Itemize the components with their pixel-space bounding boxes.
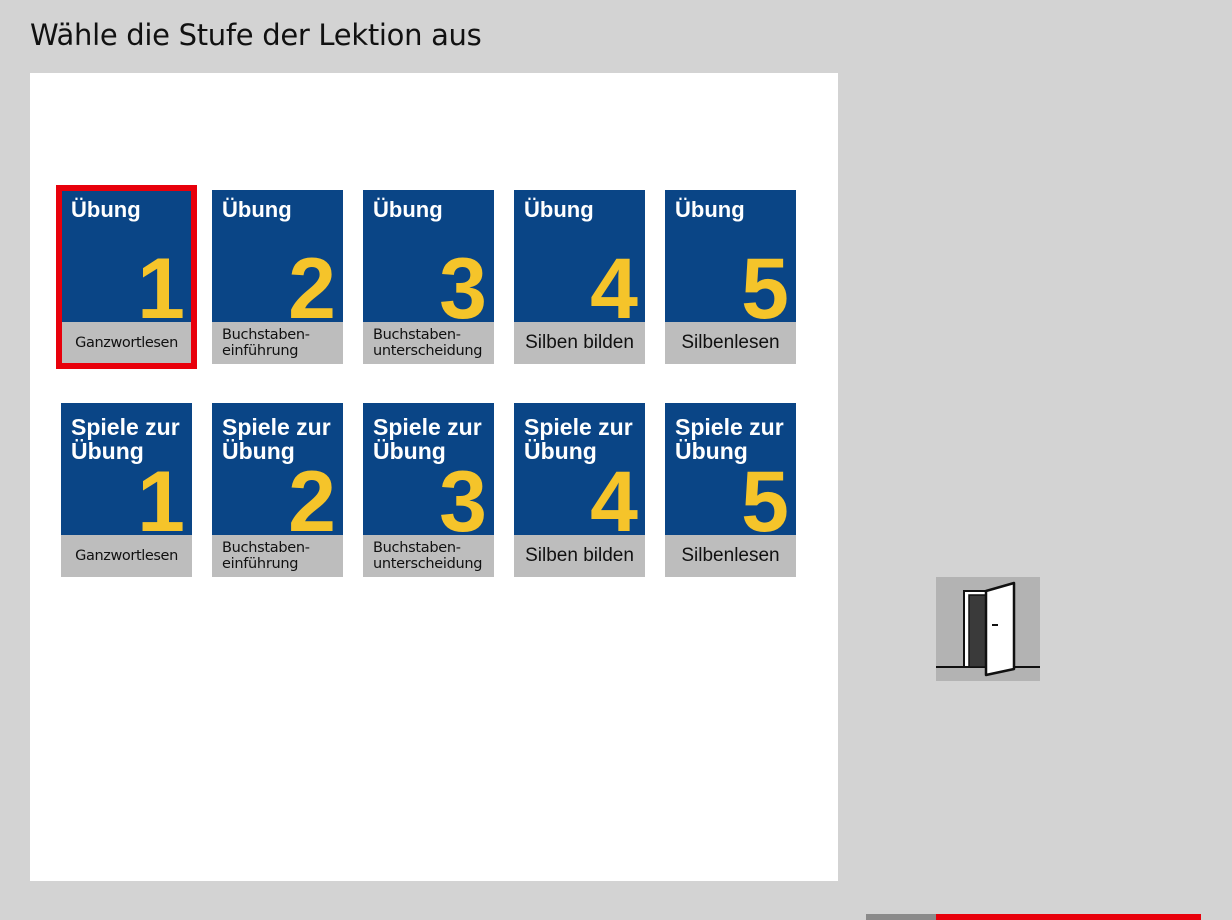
- game-tile-3[interactable]: Spiele zur Übung 3 Buchstaben- untersche…: [363, 403, 494, 577]
- tile-cover: Übung 4: [514, 190, 645, 322]
- tile-number: 4: [590, 454, 638, 535]
- exercise-tile-2[interactable]: Übung 2 Buchstaben- einführung: [212, 190, 343, 364]
- games-row: Spiele zur Übung 1 Ganzwortlesen Spiele …: [61, 403, 796, 577]
- tile-cover: Übung 3: [363, 190, 494, 322]
- tile-heading: Übung: [373, 197, 443, 222]
- tile-number: 4: [590, 241, 638, 322]
- game-tile-1[interactable]: Spiele zur Übung 1 Ganzwortlesen: [61, 403, 192, 577]
- tile-number: 5: [741, 454, 789, 535]
- exercise-tile-3[interactable]: Übung 3 Buchstaben- unterscheidung: [363, 190, 494, 364]
- game-tile-4[interactable]: Spiele zur Übung 4 Silben bilden: [514, 403, 645, 577]
- tile-cover: Übung 1: [61, 190, 192, 322]
- game-tile-2[interactable]: Spiele zur Übung 2 Buchstaben- einführun…: [212, 403, 343, 577]
- tile-cover: Übung 2: [212, 190, 343, 322]
- tile-cover: Spiele zur Übung 1: [61, 403, 192, 535]
- tile-label: Ganzwortlesen: [61, 322, 192, 364]
- tile-number: 3: [439, 454, 487, 535]
- tile-label: Silben bilden: [514, 322, 645, 364]
- tile-label: Silben bilden: [514, 535, 645, 577]
- tile-cover: Spiele zur Übung 4: [514, 403, 645, 535]
- tile-label: Ganzwortlesen: [61, 535, 192, 577]
- progress-bar-track: [866, 914, 936, 920]
- tile-number: 2: [288, 454, 336, 535]
- tile-heading: Übung: [675, 197, 745, 222]
- tile-cover: Spiele zur Übung 3: [363, 403, 494, 535]
- lesson-panel: Übung 1 Ganzwortlesen Übung 2 Buchstaben…: [30, 73, 838, 881]
- tile-label: Silbenlesen: [665, 322, 796, 364]
- exercise-tile-1[interactable]: Übung 1 Ganzwortlesen: [56, 185, 197, 369]
- tile-cover: Spiele zur Übung 5: [665, 403, 796, 535]
- open-door-icon: [936, 581, 1040, 677]
- tile-heading: Übung: [222, 197, 292, 222]
- tile-cover: Spiele zur Übung 2: [212, 403, 343, 535]
- tile-number: 1: [137, 241, 185, 322]
- tile-label: Buchstaben- einführung: [212, 535, 343, 577]
- tile-label: Buchstaben- unterscheidung: [363, 535, 494, 577]
- tile-number: 1: [137, 454, 185, 535]
- tile-number: 3: [439, 241, 487, 322]
- tile-number: 5: [741, 241, 789, 322]
- tile-label: Buchstaben- einführung: [212, 322, 343, 364]
- game-tile-5[interactable]: Spiele zur Übung 5 Silbenlesen: [665, 403, 796, 577]
- tile-label: Silbenlesen: [665, 535, 796, 577]
- tile-heading: Übung: [71, 197, 141, 222]
- exercise-tile-5[interactable]: Übung 5 Silbenlesen: [665, 190, 796, 364]
- tile-number: 2: [288, 241, 336, 322]
- progress-bar-fill: [936, 914, 1201, 920]
- exercise-row: Übung 1 Ganzwortlesen Übung 2 Buchstaben…: [56, 185, 796, 369]
- tile-heading: Übung: [524, 197, 594, 222]
- exit-button[interactable]: [936, 577, 1040, 681]
- tile-cover: Übung 5: [665, 190, 796, 322]
- exercise-tile-4[interactable]: Übung 4 Silben bilden: [514, 190, 645, 364]
- tile-label: Buchstaben- unterscheidung: [363, 322, 494, 364]
- page-title: Wähle die Stufe der Lektion aus: [30, 18, 482, 52]
